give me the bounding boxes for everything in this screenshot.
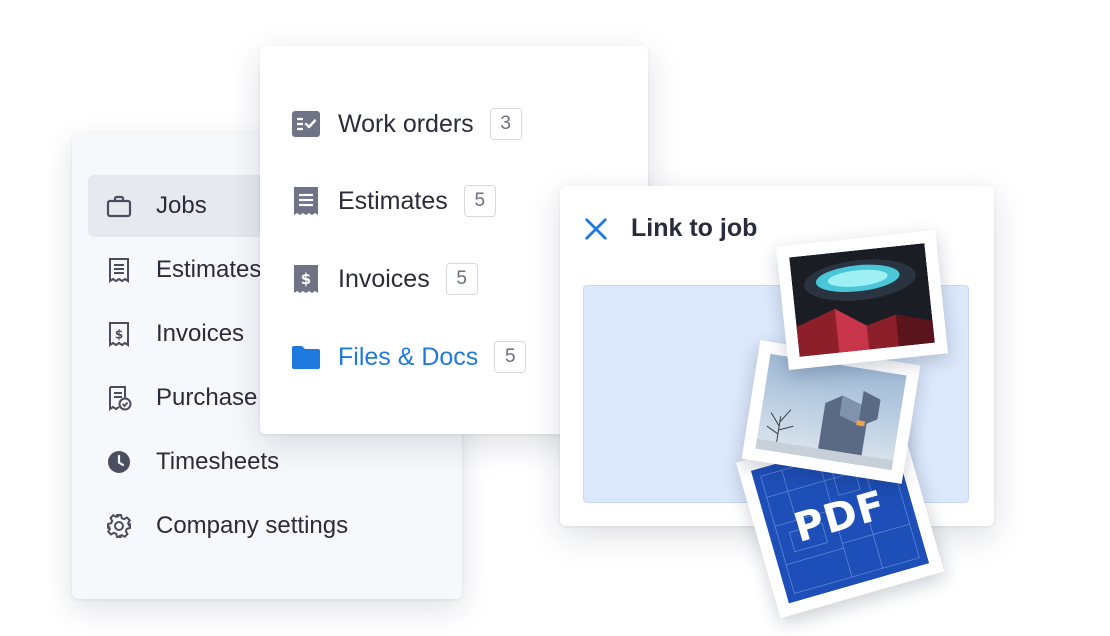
sidebar-item-label: Timesheets: [156, 448, 280, 475]
count-badge: 5: [445, 263, 478, 295]
nav-item-label: Estimates: [338, 186, 448, 215]
sidebar-item-company-settings[interactable]: Company settings: [88, 495, 448, 557]
purchase-order-icon: [104, 383, 134, 413]
invoice-dollar-icon: $: [290, 263, 322, 295]
sidebar-item-timesheets[interactable]: Timesheets: [88, 431, 448, 493]
count-badge: 5: [463, 185, 496, 217]
nav-item-label: Work orders: [338, 109, 474, 138]
svg-text:$: $: [301, 270, 311, 288]
invoice-dollar-icon: $: [104, 319, 134, 349]
estimate-receipt-icon: [290, 185, 322, 217]
clock-icon: [104, 447, 134, 477]
sidebar-item-label: Company settings: [156, 512, 349, 539]
nav-item-label: Files & Docs: [338, 342, 479, 371]
card-header: Link to job: [582, 214, 757, 243]
nav-item-invoices[interactable]: $ Invoices 5: [290, 257, 478, 301]
estimate-receipt-icon: [104, 255, 134, 285]
nav-item-label: Invoices: [338, 264, 430, 293]
briefcase-icon: [104, 191, 134, 221]
card-title: Link to job: [631, 214, 758, 242]
sidebar-item-label: Jobs: [156, 192, 207, 219]
folder-icon: [290, 341, 322, 373]
building-image: [755, 353, 907, 471]
gear-icon: [104, 511, 134, 541]
photo-interior[interactable]: [775, 229, 949, 371]
count-badge: 3: [489, 108, 522, 140]
nav-item-estimates[interactable]: Estimates 5: [290, 179, 496, 223]
nav-item-work-orders[interactable]: Work orders 3: [290, 102, 522, 146]
count-badge: 5: [494, 341, 527, 373]
interior-image: [789, 243, 935, 357]
sidebar-item-label: Invoices: [156, 320, 245, 347]
svg-text:$: $: [115, 328, 123, 342]
sidebar-item-label: Estimates: [156, 256, 262, 283]
close-icon[interactable]: [582, 215, 610, 243]
checklist-icon: [290, 108, 322, 140]
nav-item-files-docs[interactable]: Files & Docs 5: [290, 335, 527, 379]
